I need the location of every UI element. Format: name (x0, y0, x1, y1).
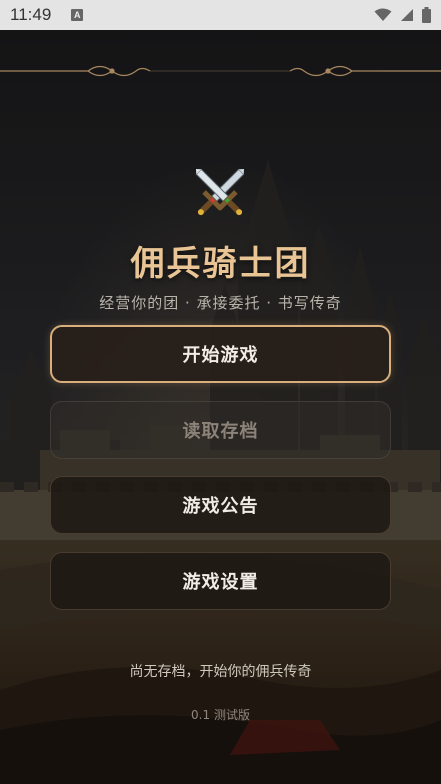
game-title: 佣兵骑士团 (130, 244, 311, 284)
status-icons (374, 7, 431, 23)
start-game-button[interactable]: 开始游戏 (50, 325, 391, 383)
game-subtitle: 经营你的团 · 承接委托 · 书写传奇 (99, 294, 342, 312)
main-menu-screen: 佣兵骑士团 经营你的团 · 承接委托 · 书写传奇 开始游戏 读取存档 游戏公告… (0, 30, 441, 784)
game-notice-button[interactable]: 游戏公告 (50, 476, 391, 534)
battery-icon (422, 7, 431, 23)
load-save-button[interactable]: 读取存档 (50, 401, 391, 459)
game-settings-button[interactable]: 游戏设置 (50, 552, 391, 610)
status-bar: 11:49 A (0, 0, 441, 30)
wifi-icon (374, 8, 392, 21)
no-save-hint: 尚无存档，开始你的佣兵传奇 (129, 664, 312, 680)
signal-icon (401, 9, 413, 21)
status-time: 11:49 (10, 5, 52, 24)
a-badge-icon: A (71, 9, 84, 21)
version-label: 0.1 测试版 (191, 708, 250, 722)
crossed-swords-icon (195, 168, 245, 216)
